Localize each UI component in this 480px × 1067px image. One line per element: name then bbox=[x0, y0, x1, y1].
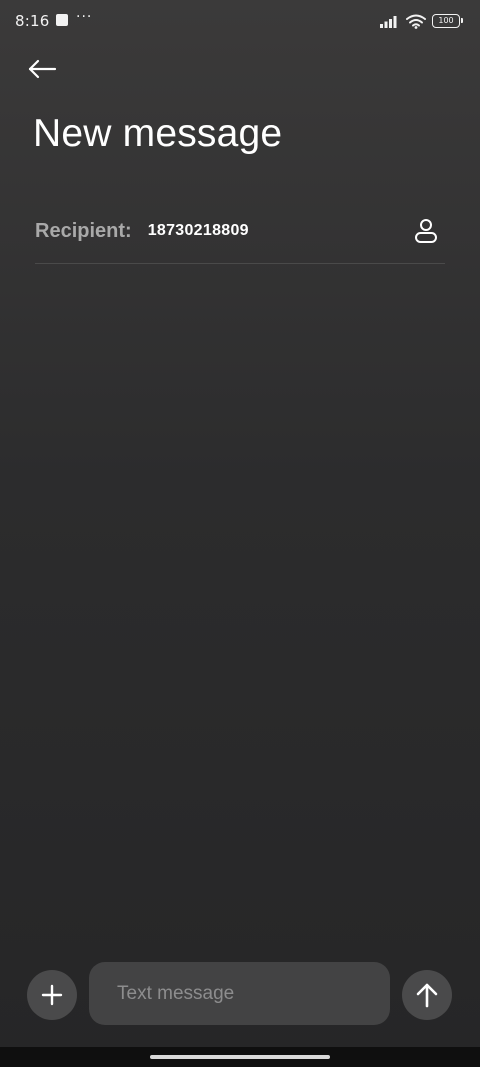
back-button[interactable] bbox=[22, 52, 62, 86]
screen: 8:16 ··· 100 New message Recipient: 1873… bbox=[0, 0, 480, 1067]
notification-square-icon bbox=[56, 14, 68, 26]
battery-icon: 100 bbox=[432, 14, 463, 28]
add-attachment-button[interactable] bbox=[27, 970, 77, 1020]
recipient-divider bbox=[35, 263, 445, 264]
person-icon bbox=[415, 219, 437, 243]
more-notifications-icon: ··· bbox=[76, 9, 93, 25]
recipient-row[interactable]: Recipient: 18730218809 bbox=[35, 208, 445, 254]
message-input-container bbox=[89, 962, 390, 1025]
recipient-value[interactable]: 18730218809 bbox=[148, 222, 249, 240]
arrow-up-icon bbox=[416, 983, 438, 1008]
message-input[interactable] bbox=[89, 962, 390, 1025]
recipient-label: Recipient: bbox=[35, 219, 132, 242]
arrow-left-icon bbox=[28, 59, 57, 79]
status-bar: 8:16 ··· 100 bbox=[0, 0, 480, 42]
home-indicator[interactable] bbox=[150, 1055, 330, 1059]
send-button[interactable] bbox=[402, 970, 452, 1020]
contact-picker-button[interactable] bbox=[411, 216, 441, 246]
status-icons: 100 bbox=[380, 12, 463, 30]
wifi-icon bbox=[406, 14, 426, 29]
status-time: 8:16 bbox=[15, 12, 50, 30]
signal-icon bbox=[380, 16, 397, 28]
page-title: New message bbox=[33, 112, 283, 155]
battery-level: 100 bbox=[438, 16, 454, 25]
plus-icon bbox=[41, 984, 63, 1006]
